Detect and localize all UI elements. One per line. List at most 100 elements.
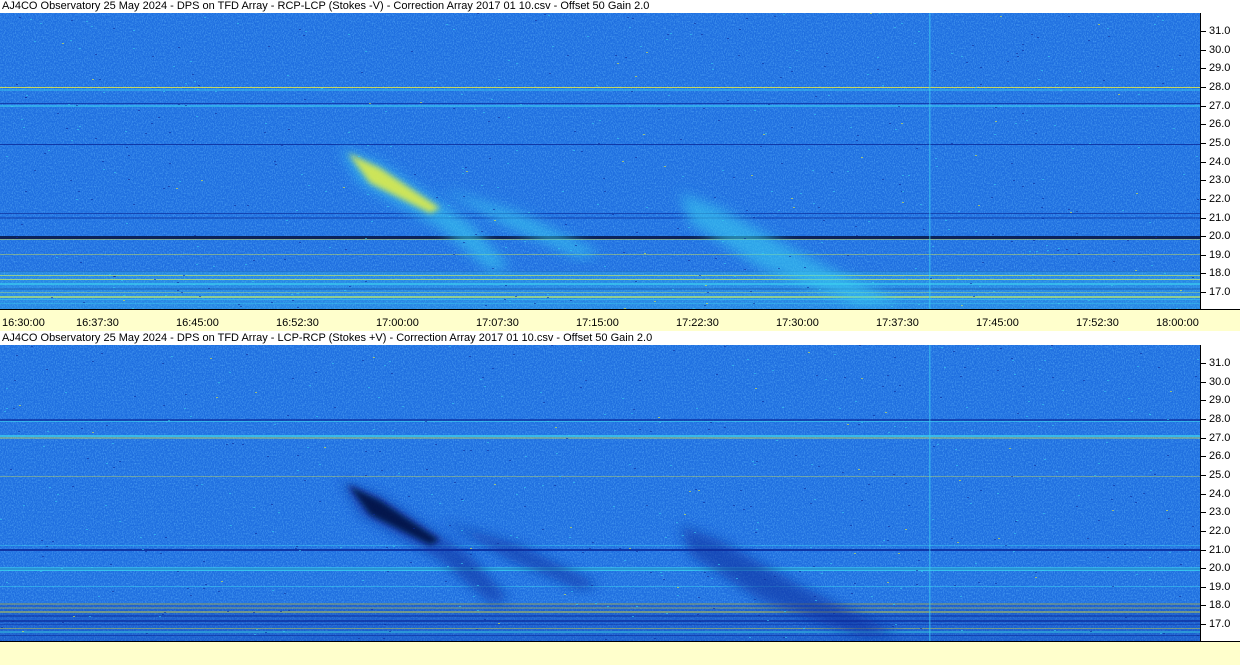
spectrogram-top[interactable] [0, 13, 1200, 309]
speckle [991, 197, 993, 198]
speckle [508, 60, 510, 61]
speckle [40, 571, 42, 572]
speckle [272, 531, 274, 532]
speckle [1056, 84, 1058, 85]
speckle [365, 238, 367, 239]
speckle [920, 628, 922, 629]
speckle [916, 570, 918, 571]
speckle [163, 405, 165, 406]
speckle [1042, 570, 1044, 571]
speckle [765, 133, 767, 134]
speckle [383, 638, 385, 639]
speckle [670, 465, 672, 466]
speckle [847, 171, 849, 172]
speckle [91, 26, 93, 27]
speckle [43, 446, 45, 447]
interference-line [0, 437, 1200, 439]
speckle [218, 591, 220, 592]
speckle [184, 408, 186, 409]
speckle [684, 514, 686, 515]
freq-tickmark [1201, 512, 1206, 514]
interference-line [0, 254, 1200, 255]
speckle [833, 613, 835, 614]
speckle [800, 193, 802, 194]
speckle [659, 513, 661, 514]
speckle [758, 615, 760, 616]
speckle [1015, 521, 1017, 522]
speckle [701, 34, 703, 35]
speckle [856, 235, 858, 236]
speckle [177, 571, 179, 572]
speckle [385, 111, 387, 112]
speckle [162, 363, 164, 364]
speckle [344, 290, 346, 291]
speckle [813, 203, 815, 204]
speckle [718, 564, 720, 565]
speckle [86, 529, 88, 530]
freq-tick-label: 22.0 [1209, 524, 1231, 537]
speckle [979, 286, 981, 287]
speckle [297, 455, 299, 456]
speckle [752, 103, 754, 104]
speckle [123, 295, 125, 296]
speckle [617, 63, 619, 64]
speckle [581, 151, 583, 152]
speckle [1135, 502, 1137, 503]
freq-tick-label: 27.0 [1209, 431, 1231, 444]
speckle [948, 229, 950, 230]
speckle [804, 267, 806, 268]
time-tick-label: 16:30:00 [2, 317, 45, 329]
speckle [393, 546, 395, 547]
speckle [201, 180, 203, 181]
speckle [698, 490, 700, 491]
speckle [229, 493, 231, 494]
speckle [858, 469, 860, 470]
interference-line [0, 144, 1200, 145]
speckle [1022, 44, 1024, 45]
speckle [554, 485, 556, 486]
speckle [253, 612, 255, 613]
speckle [597, 204, 599, 205]
speckle [599, 120, 601, 121]
speckle [1029, 106, 1031, 107]
speckle [966, 407, 968, 408]
speckle [57, 113, 59, 114]
speckle [543, 402, 545, 403]
speckle [1192, 277, 1194, 278]
speckle [623, 252, 625, 253]
speckle [492, 268, 494, 269]
speckle [956, 465, 958, 466]
speckle [142, 549, 144, 550]
spectrogram-bottom[interactable] [0, 345, 1200, 641]
speckle [1111, 499, 1113, 500]
speckle [4, 411, 6, 412]
speckle [453, 254, 455, 255]
speckle [1107, 557, 1109, 558]
speckle [221, 581, 223, 582]
speckle [894, 357, 896, 358]
speckle [408, 496, 410, 497]
speckle [203, 588, 205, 589]
speckle [1017, 56, 1019, 57]
speckle [778, 210, 780, 211]
speckle [173, 66, 175, 67]
speckle [296, 546, 298, 547]
speckle [1108, 36, 1110, 37]
speckle [119, 461, 121, 462]
speckle [134, 396, 136, 397]
speckle [453, 29, 455, 30]
speckle [547, 421, 549, 422]
speckle [196, 116, 198, 117]
speckle [126, 223, 128, 224]
speckle [48, 150, 50, 151]
speckle [492, 368, 494, 369]
speckle [688, 260, 690, 261]
speckle [25, 191, 27, 192]
speckle [466, 549, 468, 550]
speckle [8, 570, 10, 571]
speckle [727, 38, 729, 39]
speckle [398, 473, 400, 474]
speckle [854, 583, 856, 584]
speckle [891, 306, 893, 307]
speckle [292, 300, 294, 301]
